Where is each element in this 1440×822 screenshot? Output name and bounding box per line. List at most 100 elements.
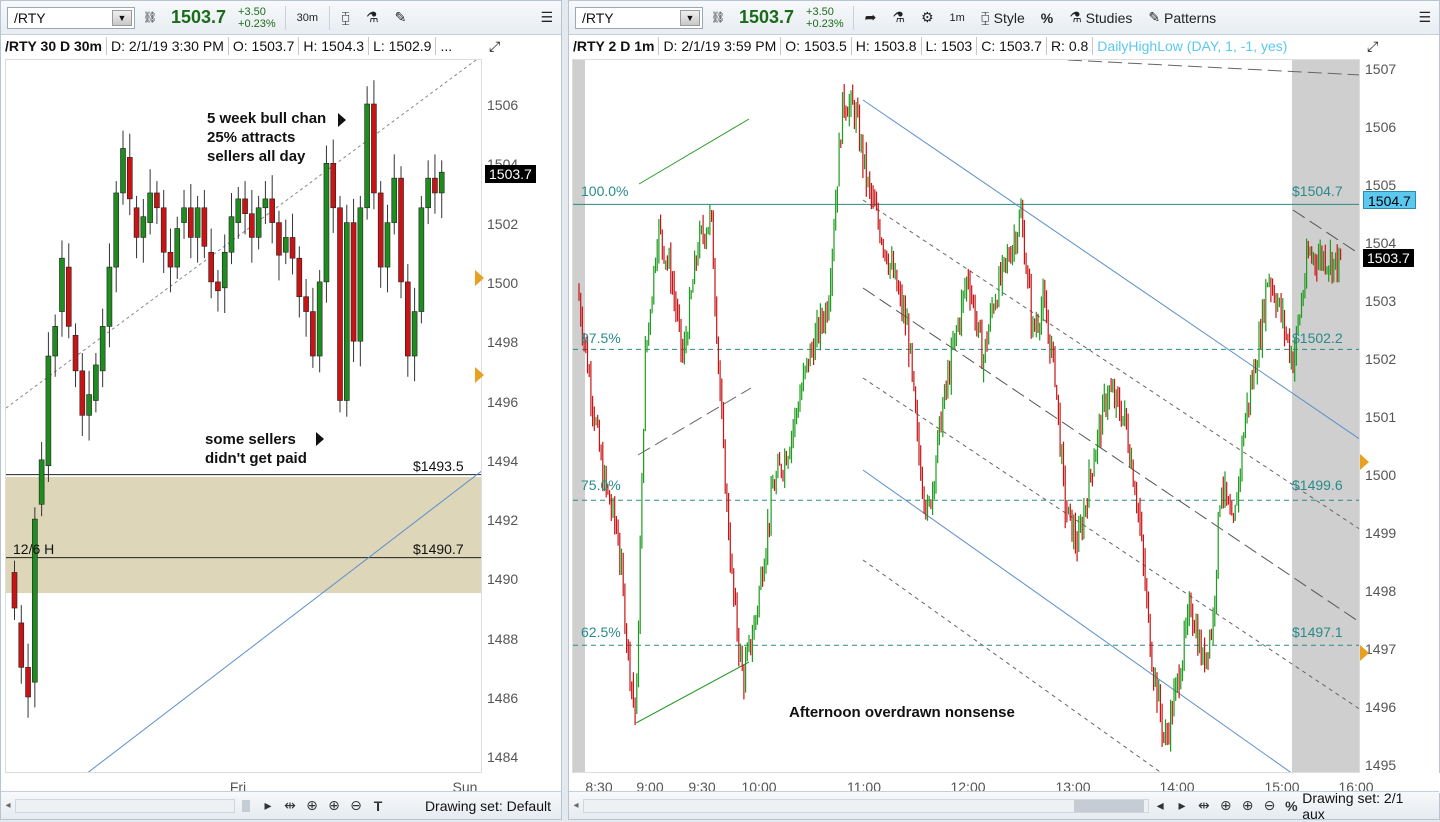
right-studies-button[interactable]: ⚗ Studies: [1061, 5, 1140, 31]
candle-body: [181, 207, 187, 223]
left-scrollbar[interactable]: [15, 798, 250, 813]
style-label: Style: [993, 9, 1025, 26]
left-price-axis[interactable]: 1506150415021500149814961494149214901488…: [475, 59, 561, 773]
right-timeframe-button[interactable]: 1m: [942, 5, 973, 31]
right-info-bar: /RTY 2 D 1m D: 2/1/19 3:59 PM O: 1503.5 …: [569, 35, 1439, 57]
scroll-left-icon[interactable]: ◂: [1, 800, 15, 811]
zoom-out-icon[interactable]: ⊖: [1259, 797, 1281, 814]
scroll-right-icon[interactable]: ▸: [1171, 797, 1193, 814]
right-chart-title[interactable]: /RTY 2 D 1m: [569, 37, 660, 55]
zoom-in-icon[interactable]: ⊕: [1237, 797, 1259, 814]
candle-body: [377, 192, 384, 268]
scroll-right-icon[interactable]: ▸: [257, 797, 279, 814]
candle-body: [221, 251, 228, 289]
zoom-in-icon[interactable]: ⊕: [323, 797, 345, 814]
flask-icon[interactable]: ⚗: [884, 5, 913, 31]
alert-marker-icon: [475, 270, 484, 286]
candle-body: [120, 148, 126, 194]
candle-body: [65, 266, 72, 327]
right-bar-low: L: 1503: [922, 37, 978, 55]
right-price-tick: 1506: [1365, 119, 1397, 135]
zoom-out-icon[interactable]: ⊖: [345, 797, 367, 814]
right-price-plot[interactable]: 100.0% $1504.7 87.5% $1502.2 75.0% $1499…: [572, 59, 1360, 773]
right-price-tick: 1500: [1365, 467, 1397, 483]
right-price-axis[interactable]: 1507 1506 1505 1504 1503 1502 1501 1500 1499 1498…: [1360, 59, 1439, 773]
studies-label: Studies: [1085, 9, 1133, 26]
study-label[interactable]: DailyHighLow (DAY, 1, -1, yes): [1093, 37, 1291, 55]
candle-body: [242, 198, 248, 215]
chevron-down-icon[interactable]: ▼: [680, 9, 700, 26]
left-last-price: 1503.7: [170, 7, 227, 27]
zoom-fit-icon[interactable]: ⇹: [1193, 797, 1215, 814]
candle-body: [126, 157, 133, 200]
link-icon[interactable]: ⛓: [135, 5, 165, 31]
crosshair-icon[interactable]: ⊕: [1215, 797, 1237, 814]
candle-body: [59, 257, 65, 312]
percent-icon[interactable]: %: [1280, 798, 1302, 814]
scroll-left-icon[interactable]: ◂: [569, 800, 583, 811]
left-price-tick: 1492: [487, 512, 519, 529]
candle-body: [262, 198, 269, 209]
candle-body: [208, 251, 214, 283]
right-symbol-selector[interactable]: /RTY ▼: [575, 6, 703, 29]
right-change: +3.50 +0.23%: [800, 6, 850, 30]
candle-body: [276, 222, 282, 256]
left-change-pct: +0.23%: [238, 17, 276, 30]
candle-body: [323, 163, 330, 283]
left-price-tick: 1484: [487, 749, 519, 766]
bull-channel-note: 5 week bull chan 25% attracts sellers al…: [207, 109, 326, 166]
link-icon[interactable]: ⛓: [703, 5, 733, 31]
draw-icon[interactable]: ✎: [387, 5, 415, 31]
candle-body: [167, 251, 174, 268]
candle-body: [106, 266, 113, 327]
menu-icon[interactable]: ☰: [532, 5, 561, 31]
right-last-price-tag: 1503.7: [1363, 249, 1414, 267]
fib-price-625: $1497.1: [1292, 624, 1343, 640]
sellers-line1: some sellers: [205, 431, 296, 448]
right-patterns-button[interactable]: ✎ Patterns: [1140, 5, 1224, 31]
menu-icon[interactable]: ☰: [1410, 5, 1439, 31]
dashed-channel-line: [637, 387, 752, 456]
flask-icon: ⚗: [1069, 9, 1086, 25]
dotted-channel-line: [862, 377, 1359, 710]
scroll-left-icon[interactable]: ◂: [1149, 797, 1171, 814]
afternoon-note: Afternoon overdrawn nonsense: [789, 704, 1015, 721]
right-style-button[interactable]: ⧮ Style: [973, 5, 1033, 31]
candle-body: [11, 572, 18, 609]
right-candles: [573, 60, 1359, 772]
candle-body: [72, 334, 79, 372]
right-bar-date: D: 2/1/19 3:59 PM: [659, 37, 782, 55]
left-timeframe-button[interactable]: 30m: [289, 5, 326, 31]
candle-body: [337, 207, 343, 401]
left-time-axis[interactable]: Fri Sun: [5, 773, 482, 795]
candle-body: [411, 311, 418, 357]
share-icon[interactable]: ➦: [857, 5, 885, 31]
collapse-icon[interactable]: ⤢: [485, 37, 504, 55]
fib-pct-75: 75.0%: [581, 477, 621, 493]
chevron-down-icon[interactable]: ▼: [112, 9, 132, 26]
candle-body: [140, 216, 147, 238]
gear-icon[interactable]: ⚙: [913, 5, 942, 31]
percent-button[interactable]: %: [1033, 5, 1061, 31]
candle-body: [215, 281, 221, 292]
left-drawing-set[interactable]: Drawing set: Default: [425, 798, 561, 814]
candle-body: [282, 237, 289, 253]
candle-body: [343, 222, 350, 401]
left-info-more[interactable]: ...: [436, 37, 456, 55]
left-price-plot[interactable]: 5 week bull chan 25% attracts sellers al…: [5, 59, 482, 773]
fib-pct-625: 62.5%: [581, 624, 621, 640]
zoom-fit-icon[interactable]: ⇹: [279, 797, 301, 814]
left-info-bar: /RTY 30 D 30m D: 2/1/19 3:30 PM O: 1503.…: [1, 35, 561, 57]
candlestick-icon[interactable]: ⧮: [333, 5, 358, 31]
left-chart-title[interactable]: /RTY 30 D 30m: [1, 37, 108, 55]
left-symbol-selector[interactable]: /RTY ▼: [7, 6, 135, 29]
right-bar-range: R: 0.8: [1047, 37, 1094, 55]
collapse-icon[interactable]: ⤢: [1363, 37, 1382, 55]
text-tool-icon[interactable]: T: [367, 798, 389, 814]
right-scrollbar[interactable]: [582, 798, 1150, 813]
crosshair-icon[interactable]: ⊕: [301, 797, 323, 814]
level-low-label: $1490.7: [413, 541, 464, 557]
right-drawing-set[interactable]: Drawing set: 2/1 aux: [1302, 790, 1439, 822]
flask-icon[interactable]: ⚗: [358, 5, 387, 31]
alert-marker-icon: [475, 367, 484, 383]
